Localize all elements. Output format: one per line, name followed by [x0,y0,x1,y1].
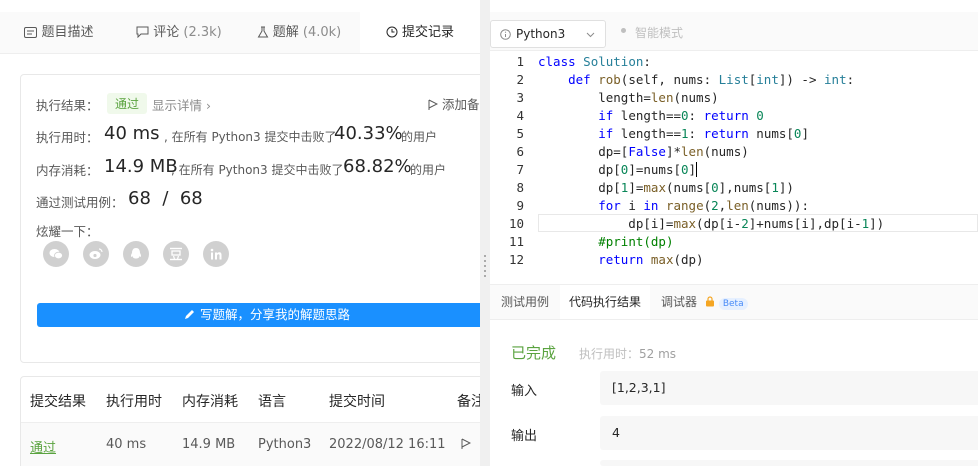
line-number: 2 [516,72,524,87]
line-number: 5 [516,126,524,141]
share-label: 炫耀一下： [36,224,99,239]
memory-value: 14.9 MB [104,156,178,177]
tab-comments[interactable]: 评论 (2.3k) [120,12,238,53]
description-icon [24,27,38,38]
weibo-icon[interactable] [83,241,109,267]
runtime-text: , 在所有 Python3 提交中击败了 [164,130,337,144]
tab-testcase[interactable]: 测试用例 [490,285,560,319]
runtime-percent: 40.33% [334,123,403,144]
tests-value: 68 / 68 [128,188,203,209]
add-note-button[interactable]: 添加备 [428,94,480,113]
code-line: class Solution: [538,54,651,69]
pencil-icon [184,310,194,319]
row-time: 2022/08/12 16:11 [329,437,446,452]
left-panel: 题目描述 评论 (2.3k) 题解 (4.0k) 提交记录 执行结果： 通过 显… [0,0,480,466]
show-details-link[interactable]: 显示详情 › [152,95,211,114]
memory-label: 内存消耗： [36,163,99,178]
row-runtime: 40 ms [106,437,147,452]
run-status: 已完成 [511,344,557,362]
code-editor[interactable]: 1 2 3 4 5 6 7 8 9 10 11 12 class Solutio… [490,52,978,272]
resize-handle[interactable] [484,255,487,277]
memory-text: , 在所有 Python3 提交中击败了 [171,163,344,177]
flag-icon [428,99,439,110]
row-result-link[interactable]: 通过 [30,437,56,456]
smart-mode-dot [621,28,626,33]
line-number: 6 [516,144,524,159]
editor-panel: Python3 智能模式 1 2 3 4 5 6 7 8 9 10 11 12 … [490,0,978,466]
code-line: for i in range(2,len(nums)): [598,198,809,213]
tests-label: 通过测试用例： [36,195,124,210]
line-number: 11 [508,234,524,249]
linkedin-icon[interactable] [203,241,229,267]
tab-debugger[interactable]: 调试器 Beta [650,285,761,319]
tab-run-result[interactable]: 代码执行结果 [560,285,650,319]
status-badge: 通过 [107,93,148,114]
line-number: 3 [516,90,524,105]
row-language: Python3 [258,437,312,452]
col-runtime: 执行用时 [106,394,162,410]
tab-description[interactable]: 题目描述 [0,12,118,53]
console-tabs: 测试用例 代码执行结果 调试器 Beta [490,284,978,320]
input-value: [1,2,3,1] [600,371,978,405]
chevron-down-icon [586,32,595,38]
code-line: dp=[False]*len(nums) [538,144,749,159]
lock-icon [705,296,714,307]
code-line: if length==1: return nums[0] [598,126,809,141]
beta-badge: Beta [718,298,748,310]
submissions-table: 提交结果 执行用时 内存消耗 语言 提交时间 备注 通过 40 ms 14.9 … [20,376,480,466]
language-select[interactable]: Python3 [490,20,606,48]
code-line: def rob(self, nums: List[int]) -> int: [568,72,855,87]
smart-mode-toggle[interactable]: 智能模式 [635,24,683,41]
output-label: 输出 [511,429,538,444]
col-result: 提交结果 [30,394,86,410]
chevron-right-icon: › [206,98,211,113]
expected-box [600,460,978,466]
col-memory: 内存消耗 [182,394,238,410]
row-memory: 14.9 MB [182,437,236,452]
line-number: 10 [508,216,524,231]
output-value: 4 [600,416,978,450]
line-number: 4 [516,108,524,123]
comment-icon [136,26,149,39]
input-label: 输入 [511,384,538,399]
runtime-suffix: 的用户 [401,130,438,144]
qq-icon[interactable] [123,241,149,267]
clock-icon [386,26,398,38]
write-solution-button[interactable]: 写题解，分享我的解题思路 [37,303,480,327]
editor-toolbar: Python3 智能模式 [490,12,978,51]
runtime-value: 40 ms [104,123,160,144]
col-time: 提交时间 [329,394,385,410]
tab-submissions[interactable]: 提交记录 [360,12,480,53]
problem-tabs: 题目描述 评论 (2.3k) 题解 (4.0k) 提交记录 [0,12,480,54]
code-line: return max(dp) [598,252,704,267]
line-number: 7 [516,162,524,177]
memory-suffix: 的用户 [410,163,447,177]
code-line: #print(dp) [598,234,674,249]
col-language: 语言 [258,394,286,410]
info-icon [500,29,511,40]
code-line: if length==0: return 0 [598,108,764,123]
tab-solutions[interactable]: 题解 (4.0k) [240,12,358,53]
code-line: dp[1]=max(nums[0],nums[1]) [538,180,794,195]
code-line: dp[i]=max(dp[i-2]+nums[i],dp[i-1]) [538,216,885,231]
result-label: 执行结果： [36,98,99,113]
memory-percent: 68.82% [343,156,412,177]
result-card: 执行结果： 通过 显示详情 › 添加备 执行用时： 40 ms , 在所有 Py… [20,74,480,363]
run-time: 执行用时：52 ms [579,347,677,361]
line-number: 12 [508,252,524,267]
flask-icon [257,26,269,38]
douban-icon[interactable] [163,241,189,267]
table-row[interactable]: 通过 40 ms 14.9 MB Python3 2022/08/12 16:1… [21,422,480,466]
runtime-label: 执行用时： [36,130,99,145]
flag-icon[interactable] [461,438,471,450]
wechat-icon[interactable] [43,241,69,267]
col-note: 备注 [457,394,480,410]
line-number: 9 [516,198,524,213]
code-line: dp[0]=nums[0] [538,162,698,177]
line-number: 8 [516,180,524,195]
code-line: length=len(nums) [538,90,719,105]
line-number: 1 [516,54,524,69]
